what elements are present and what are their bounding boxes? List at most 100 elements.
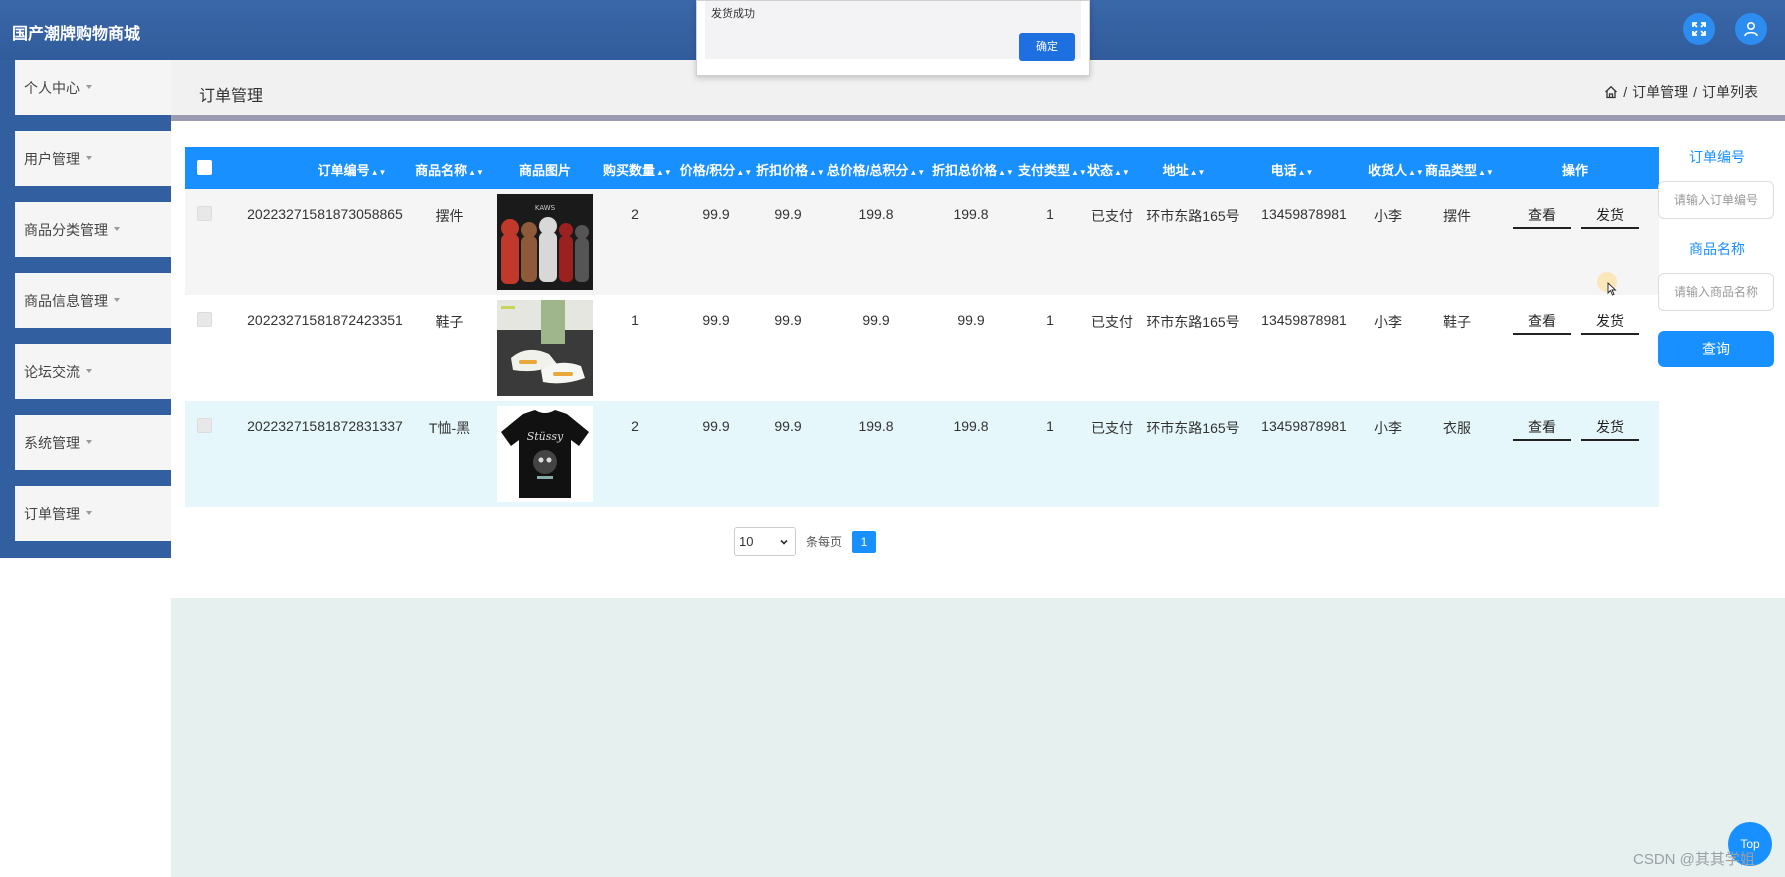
col-header-image: 商品图片 [518, 163, 571, 178]
page-title: 订单管理 [199, 88, 264, 105]
alert-message: 发货成功 [711, 8, 755, 20]
svg-text:KAWS: KAWS [535, 204, 556, 212]
row-checkbox[interactable] [197, 312, 212, 327]
cell-name: 鞋子 [435, 314, 464, 330]
page-size-select[interactable]: 10 [734, 527, 796, 556]
cell-category: 衣服 [1443, 420, 1471, 436]
product-image: Stüssy [497, 406, 593, 502]
cell-disc-total: 199.8 [953, 418, 989, 434]
mouse-cursor-icon [1607, 282, 1617, 296]
cell-price: 99.9 [702, 418, 730, 434]
col-header-order-no[interactable]: 订单编号▲▼ [287, 160, 417, 179]
sidebar-item-system-management[interactable]: 系统管理 [0, 415, 171, 487]
row-checkbox[interactable] [197, 418, 212, 433]
cell-phone: 13459878981 [1261, 206, 1347, 222]
sort-icon: ▲▼ [909, 168, 926, 177]
col-header-category[interactable]: 商品类型▲▼ [1425, 160, 1494, 179]
sidebar-item-user-management[interactable]: 用户管理 [0, 131, 171, 203]
sort-icon: ▲▼ [736, 168, 753, 177]
sidebar-item-label: 商品分类管理 [24, 222, 108, 238]
cell-address: 环市东路165号 [1146, 420, 1240, 436]
ship-button[interactable]: 发货 [1581, 411, 1639, 441]
caret-down-icon [86, 369, 92, 374]
col-header-ops: 操作 [1561, 163, 1588, 178]
page-number-current[interactable]: 1 [852, 530, 877, 553]
fullscreen-button[interactable] [1683, 13, 1715, 45]
col-header-address[interactable]: 地址▲▼ [1159, 160, 1209, 179]
row-checkbox[interactable] [197, 206, 212, 221]
view-button[interactable]: 查看 [1513, 305, 1571, 335]
sort-icon: ▲▼ [1478, 168, 1494, 177]
sidebar-item-product-management[interactable]: 商品信息管理 [0, 273, 171, 345]
col-header-qty[interactable]: 购买数量▲▼ [603, 160, 672, 179]
sidebar-item-label: 订单管理 [24, 506, 80, 522]
col-header-receiver[interactable]: 收货人▲▼ [1368, 160, 1424, 179]
view-button[interactable]: 查看 [1513, 411, 1571, 441]
cell-total: 199.8 [858, 206, 894, 222]
cell-pay-type: 1 [1046, 418, 1054, 434]
ship-button[interactable]: 发货 [1581, 305, 1639, 335]
sort-icon: ▲▼ [468, 168, 484, 177]
table-row: 20223271581872831337 T恤-黑 Stüssy 2 99.9 … [185, 401, 1659, 507]
sort-icon: ▲▼ [998, 168, 1014, 177]
sort-icon: ▲▼ [809, 168, 825, 177]
sidebar-item-order-management[interactable]: 订单管理 [0, 486, 171, 558]
cell-disc-price: 99.9 [774, 418, 802, 434]
chevron-down-icon [780, 539, 788, 545]
cell-qty: 2 [631, 206, 639, 222]
user-button[interactable] [1735, 13, 1767, 45]
col-header-total[interactable]: 总价格/总积分▲▼ [825, 160, 927, 179]
cell-phone: 13459878981 [1261, 418, 1347, 434]
lower-panel [171, 598, 1785, 877]
svg-text:Stüssy: Stüssy [527, 430, 564, 443]
sort-icon: ▲▼ [1189, 168, 1206, 177]
sidebar-item-label: 个人中心 [24, 80, 80, 96]
breadcrumb-item-order-management[interactable]: 订单管理 [1632, 82, 1688, 102]
col-header-disc-price[interactable]: 折扣价格▲▼ [756, 160, 825, 179]
pagination: 10 条每页 1 [734, 527, 877, 556]
col-header-price[interactable]: 价格/积分▲▼ [679, 160, 753, 179]
cell-address: 环市东路165号 [1146, 314, 1240, 330]
ship-button[interactable]: 发货 [1581, 199, 1639, 229]
cell-total: 99.9 [862, 312, 890, 328]
cell-status: 已支付 [1091, 208, 1133, 224]
sidebar-item-label: 商品信息管理 [24, 293, 108, 309]
caret-down-icon [114, 298, 120, 303]
expand-icon [1692, 22, 1706, 36]
cell-disc-total: 99.9 [957, 312, 985, 328]
breadcrumb-separator: / [1623, 84, 1628, 100]
sidebar-item-forum[interactable]: 论坛交流 [0, 344, 171, 416]
col-header-name[interactable]: 商品名称▲▼ [412, 160, 487, 179]
view-button[interactable]: 查看 [1513, 199, 1571, 229]
col-header-disc-total[interactable]: 折扣总价格▲▼ [932, 160, 1014, 179]
alert-ok-button[interactable]: 确定 [1019, 33, 1075, 61]
product-name-input[interactable]: 请输入商品名称 [1658, 273, 1774, 311]
sidebar-item-label: 系统管理 [24, 435, 80, 451]
order-table: 订单编号▲▼ 商品名称▲▼ 商品图片 购买数量▲▼ 价格/积分▲▼ 折扣价格▲▼… [185, 147, 1659, 507]
select-all-checkbox[interactable] [197, 160, 212, 175]
sidebar-item-personal-center[interactable]: 个人中心 [0, 60, 171, 132]
sidebar-item-label: 用户管理 [24, 151, 80, 167]
alert-dialog: 发货成功 确定 [696, 0, 1090, 76]
cell-receiver: 小李 [1374, 314, 1402, 330]
search-panel: 订单编号 请输入订单编号 商品名称 请输入商品名称 查询 [1658, 147, 1776, 367]
cell-order-no: 20223271581872831337 [247, 418, 403, 434]
sidebar-item-category-management[interactable]: 商品分类管理 [0, 202, 171, 274]
cell-order-no: 20223271581873058865 [247, 206, 403, 222]
cell-status: 已支付 [1091, 420, 1133, 436]
caret-down-icon [86, 440, 92, 445]
cell-status: 已支付 [1091, 314, 1133, 330]
col-header-phone[interactable]: 电话▲▼ [1267, 160, 1317, 179]
search-button[interactable]: 查询 [1658, 331, 1774, 367]
cell-disc-price: 99.9 [774, 206, 802, 222]
sort-icon: ▲▼ [1297, 168, 1314, 177]
col-header-status[interactable]: 状态▲▼ [1087, 160, 1130, 179]
caret-down-icon [86, 511, 92, 516]
sidebar-item-label: 论坛交流 [24, 364, 80, 380]
cell-total: 199.8 [858, 418, 894, 434]
cell-disc-total: 199.8 [953, 206, 989, 222]
order-no-input[interactable]: 请输入订单编号 [1658, 181, 1774, 219]
sort-icon: ▲▼ [656, 168, 672, 177]
home-icon[interactable] [1604, 85, 1618, 99]
col-header-pay-type[interactable]: 支付类型▲▼ [1018, 160, 1087, 179]
